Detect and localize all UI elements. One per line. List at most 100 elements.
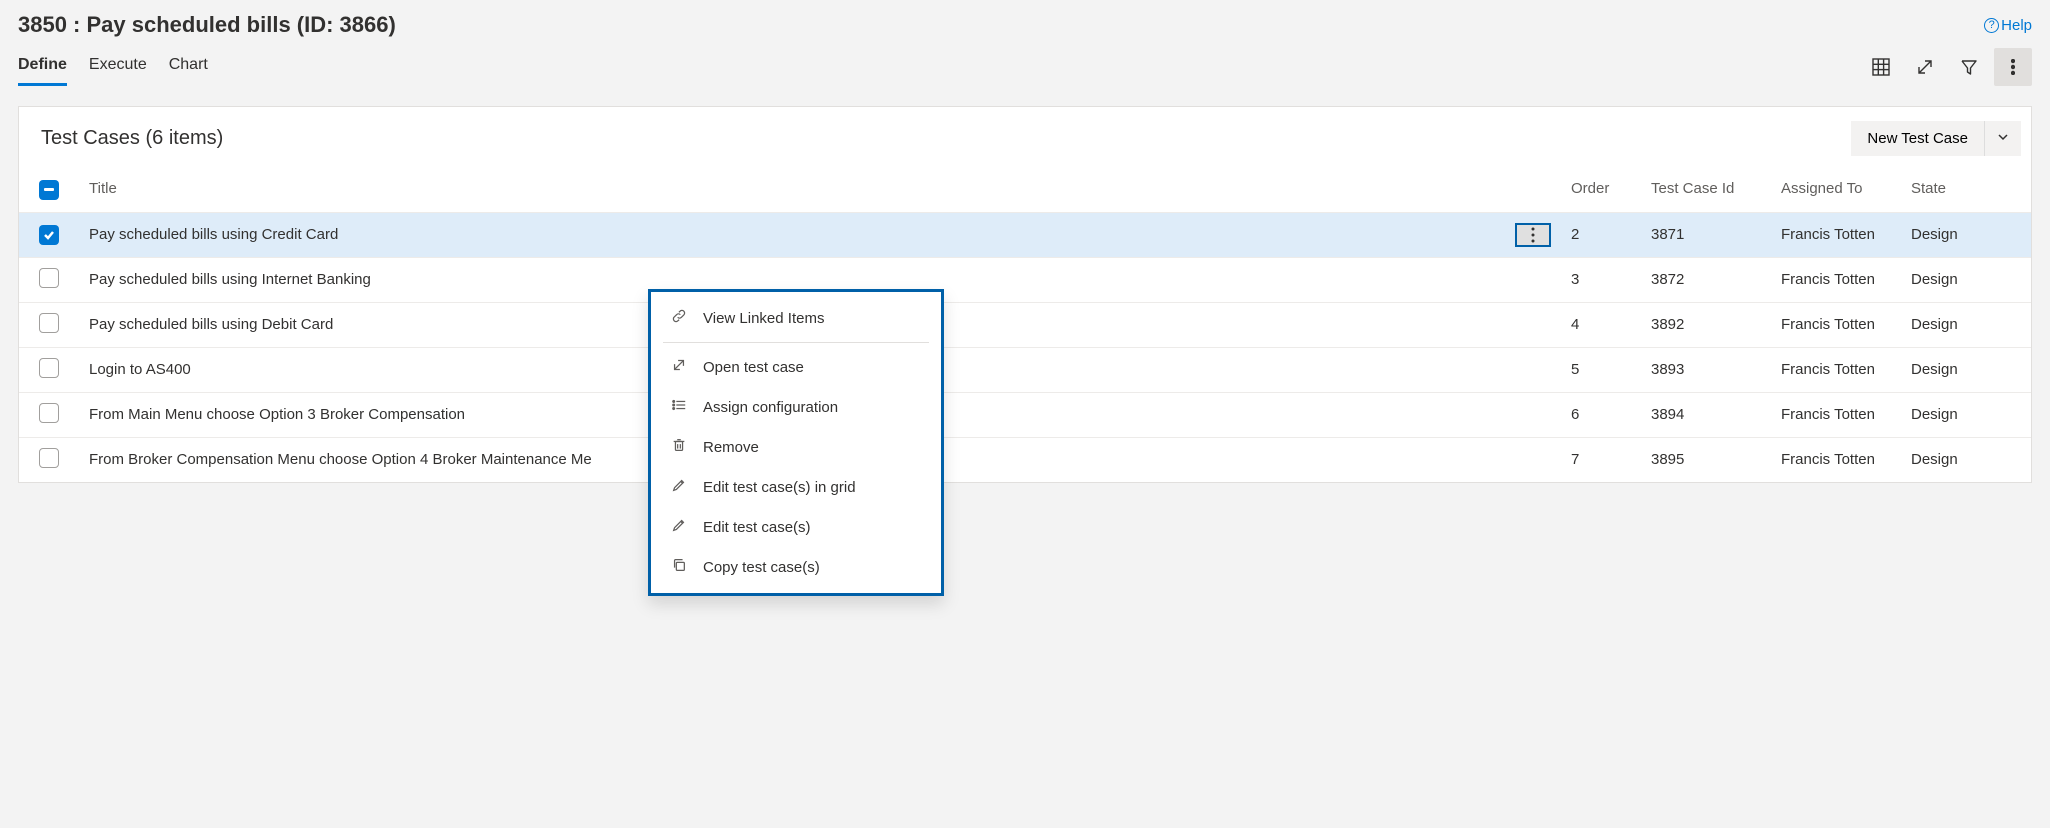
- more-vertical-icon: [2011, 59, 2015, 75]
- row-title: From Main Menu choose Option 3 Broker Co…: [89, 406, 465, 423]
- menu-item-edit-test-case-s[interactable]: Edit test case(s): [651, 507, 941, 547]
- row-checkbox[interactable]: [39, 313, 59, 333]
- table-row[interactable]: Pay scheduled bills using Debit Card 4389…: [19, 302, 2031, 347]
- menu-item-label: Assign configuration: [703, 399, 838, 416]
- menu-item-view-linked-items[interactable]: View Linked Items: [651, 298, 941, 338]
- menu-item-label: Edit test case(s) in grid: [703, 479, 856, 496]
- new-test-case-dropdown[interactable]: [1984, 121, 2021, 156]
- row-test-case-id: 3894: [1641, 392, 1771, 437]
- row-order: 4: [1561, 302, 1641, 347]
- row-checkbox[interactable]: [39, 268, 59, 288]
- table-row[interactable]: From Broker Compensation Menu choose Opt…: [19, 437, 2031, 482]
- menu-item-copy-test-case-s[interactable]: Copy test case(s): [651, 547, 941, 587]
- tabs: Define Execute Chart: [18, 48, 208, 86]
- tab-execute[interactable]: Execute: [89, 48, 147, 86]
- column-header-order[interactable]: Order: [1561, 166, 1641, 212]
- row-more-actions-button[interactable]: [1515, 223, 1551, 247]
- menu-item-edit-test-case-s-in-grid[interactable]: Edit test case(s) in grid: [651, 467, 941, 507]
- column-header-title[interactable]: Title: [79, 166, 1561, 212]
- column-header-state[interactable]: State: [1901, 166, 2031, 212]
- row-state: Design: [1901, 392, 2031, 437]
- pencil-icon: [671, 517, 687, 537]
- row-state: Design: [1901, 437, 2031, 482]
- help-label: Help: [2001, 17, 2032, 34]
- open-icon: [671, 357, 687, 377]
- menu-item-label: Open test case: [703, 359, 804, 376]
- row-order: 7: [1561, 437, 1641, 482]
- row-test-case-id: 3892: [1641, 302, 1771, 347]
- row-test-case-id: 3871: [1641, 212, 1771, 257]
- row-assigned-to: Francis Totten: [1771, 347, 1901, 392]
- table-row[interactable]: Pay scheduled bills using Credit Card 238…: [19, 212, 2031, 257]
- row-assigned-to: Francis Totten: [1771, 302, 1901, 347]
- trash-icon: [671, 437, 687, 457]
- row-checkbox[interactable]: [39, 448, 59, 468]
- row-assigned-to: Francis Totten: [1771, 437, 1901, 482]
- expand-button[interactable]: [1906, 48, 1944, 86]
- filter-button[interactable]: [1950, 48, 1988, 86]
- row-checkbox[interactable]: [39, 225, 59, 245]
- new-test-case-button[interactable]: New Test Case: [1851, 121, 1984, 156]
- grid-icon: [1872, 58, 1890, 76]
- row-order: 6: [1561, 392, 1641, 437]
- new-test-case-group: New Test Case: [1851, 121, 2021, 156]
- tab-label: Define: [18, 56, 67, 73]
- row-test-case-id: 3895: [1641, 437, 1771, 482]
- tab-chart[interactable]: Chart: [169, 48, 208, 86]
- row-title: Pay scheduled bills using Internet Banki…: [89, 271, 371, 288]
- tab-label: Chart: [169, 56, 208, 73]
- menu-item-label: Copy test case(s): [703, 559, 820, 576]
- row-title: Pay scheduled bills using Debit Card: [89, 316, 333, 333]
- row-state: Design: [1901, 302, 2031, 347]
- row-state: Design: [1901, 257, 2031, 302]
- toolbar: [1862, 48, 2032, 86]
- menu-item-open-test-case[interactable]: Open test case: [651, 347, 941, 387]
- list-icon: [671, 397, 687, 417]
- column-header-id[interactable]: Test Case Id: [1641, 166, 1771, 212]
- row-order: 5: [1561, 347, 1641, 392]
- more-vertical-icon: [1531, 227, 1535, 243]
- grid-view-button[interactable]: [1862, 48, 1900, 86]
- row-title: Login to AS400: [89, 361, 191, 378]
- row-order: 3: [1561, 257, 1641, 302]
- tab-define[interactable]: Define: [18, 48, 67, 86]
- select-all-checkbox[interactable]: [39, 180, 59, 200]
- copy-icon: [671, 557, 687, 577]
- row-state: Design: [1901, 347, 2031, 392]
- filter-icon: [1960, 58, 1978, 76]
- help-icon: ?: [1984, 18, 1999, 33]
- row-test-case-id: 3872: [1641, 257, 1771, 302]
- row-test-case-id: 3893: [1641, 347, 1771, 392]
- column-header-assigned[interactable]: Assigned To: [1771, 166, 1901, 212]
- table-row[interactable]: Login to AS400 53893Francis TottenDesign: [19, 347, 2031, 392]
- row-assigned-to: Francis Totten: [1771, 212, 1901, 257]
- chevron-down-icon: [1997, 131, 2009, 143]
- row-checkbox[interactable]: [39, 403, 59, 423]
- menu-item-remove[interactable]: Remove: [651, 427, 941, 467]
- menu-item-label: View Linked Items: [703, 310, 824, 327]
- row-title: From Broker Compensation Menu choose Opt…: [89, 451, 592, 468]
- context-menu: View Linked Items Open test case Assign co…: [648, 289, 944, 596]
- row-title: Pay scheduled bills using Credit Card: [89, 226, 338, 243]
- expand-icon: [1916, 58, 1934, 76]
- menu-separator: [663, 342, 929, 343]
- menu-item-assign-configuration[interactable]: Assign configuration: [651, 387, 941, 427]
- tab-label: Execute: [89, 56, 147, 73]
- card-title: Test Cases (6 items): [41, 127, 223, 150]
- table-row[interactable]: Pay scheduled bills using Internet Banki…: [19, 257, 2031, 302]
- help-link[interactable]: ? Help: [1984, 17, 2032, 34]
- table-row[interactable]: From Main Menu choose Option 3 Broker Co…: [19, 392, 2031, 437]
- row-checkbox[interactable]: [39, 358, 59, 378]
- page-title: 3850 : Pay scheduled bills (ID: 3866): [18, 12, 396, 38]
- test-cases-card: Test Cases (6 items) New Test Case Title…: [18, 106, 2032, 483]
- menu-item-label: Edit test case(s): [703, 519, 811, 536]
- more-options-button[interactable]: [1994, 48, 2032, 86]
- row-assigned-to: Francis Totten: [1771, 257, 1901, 302]
- row-state: Design: [1901, 212, 2031, 257]
- menu-item-label: Remove: [703, 439, 759, 456]
- row-order: 2: [1561, 212, 1641, 257]
- pencil-icon: [671, 477, 687, 497]
- row-assigned-to: Francis Totten: [1771, 392, 1901, 437]
- link-icon: [671, 308, 687, 328]
- test-cases-table: Title Order Test Case Id Assigned To Sta…: [19, 166, 2031, 482]
